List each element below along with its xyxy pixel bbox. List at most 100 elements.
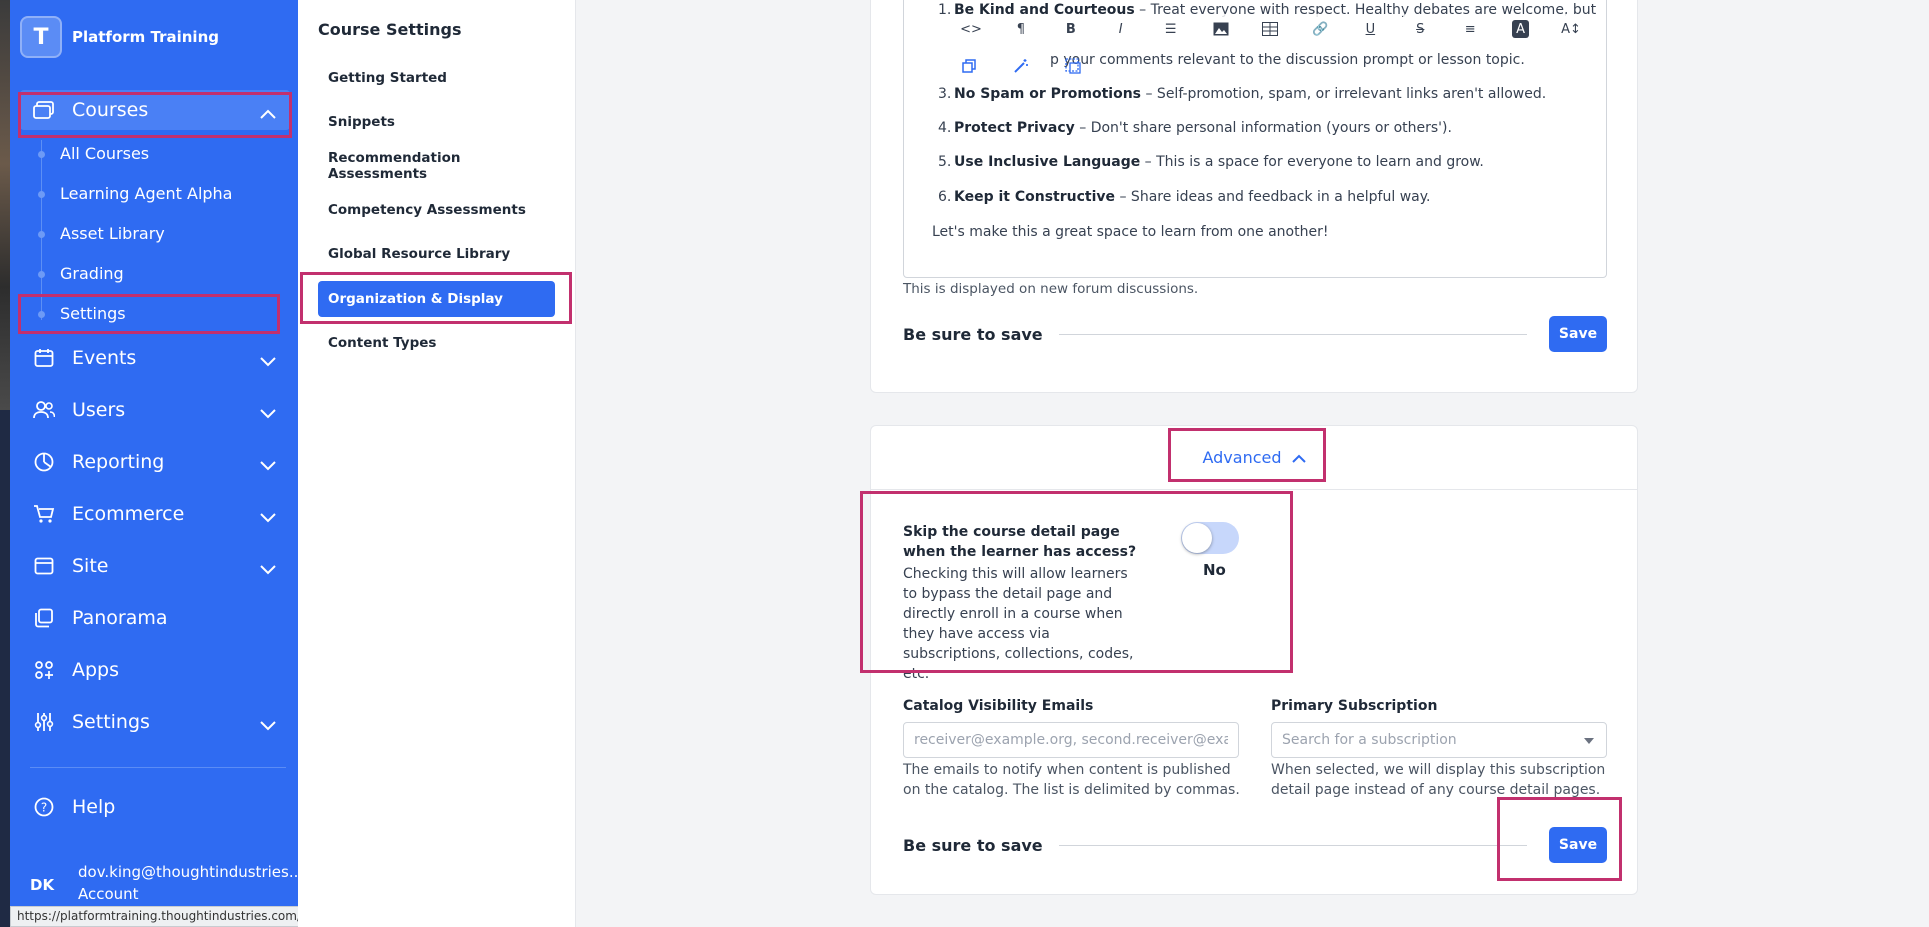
rule-item: 4. Protect Privacy – Don't share personal… (938, 120, 1452, 136)
table-icon[interactable] (1253, 14, 1288, 44)
catalog-emails-label: Catalog Visibility Emails (903, 698, 1094, 714)
nav-events-label: Events (72, 347, 137, 369)
submenu-dot (38, 151, 45, 158)
advanced-header: Advanced (871, 426, 1637, 490)
nav-site[interactable]: Site (20, 546, 290, 586)
advanced-save-row: Be sure to save Save (903, 827, 1607, 863)
forum-guidelines-card: 1. Be Kind and Courteous – Treat everyone… (870, 0, 1638, 393)
settings-link-organization-display[interactable]: Organization & Display (318, 281, 555, 317)
help-icon: ? (32, 795, 56, 819)
sidebar-item-asset-library[interactable]: Asset Library (60, 224, 165, 243)
sidebar-item-learning-agent-alpha[interactable]: Learning Agent Alpha (60, 184, 232, 203)
underline-icon[interactable]: U (1353, 14, 1388, 44)
nav-help[interactable]: ? Help (20, 787, 290, 827)
rule-item: p your comments relevant to the discussi… (1050, 52, 1525, 68)
nav-site-label: Site (72, 555, 109, 577)
advanced-toggle[interactable]: Advanced (1202, 448, 1306, 467)
svg-text:?: ? (41, 801, 47, 815)
sidebar-item-grading[interactable]: Grading (60, 264, 124, 283)
editor-toolbar: <> ¶ B I ☰ 🔗 U S ≡ A A↕ (954, 14, 1604, 44)
rich-text-editor[interactable]: 1. Be Kind and Courteous – Treat everyone… (903, 0, 1607, 278)
settings-link-competency-assessments[interactable]: Competency Assessments (318, 192, 555, 228)
nav-apps[interactable]: Apps (20, 650, 290, 690)
sidebar-divider (30, 767, 286, 768)
nav-ecommerce[interactable]: Ecommerce (20, 494, 290, 534)
settings-link-snippets[interactable]: Snippets (318, 104, 555, 140)
background-photo (0, 0, 10, 410)
courses-icon (32, 98, 56, 122)
nav-reporting-label: Reporting (72, 451, 165, 473)
chevron-down-icon (260, 350, 276, 372)
submenu-dot (38, 191, 45, 198)
primary-subscription-help: When selected, we will display this subs… (1271, 762, 1606, 798)
submenu-line (41, 140, 42, 320)
nav-panorama[interactable]: Panorama (20, 598, 290, 638)
skip-detail-description: Checking this will allow learners to byp… (903, 566, 1134, 682)
calendar-icon (32, 346, 56, 370)
sidebar-item-all-courses[interactable]: All Courses (60, 144, 149, 163)
submenu-dot (38, 271, 45, 278)
nav-help-label: Help (72, 796, 116, 818)
brand-name: Platform Training (72, 28, 219, 46)
brand[interactable]: T Platform Training (20, 16, 219, 58)
avatar: DK (30, 876, 55, 894)
skip-detail-toggle[interactable] (1181, 522, 1239, 554)
cart-icon (32, 502, 56, 526)
course-settings-sidebar: Course Settings Getting Started Snippets… (298, 0, 576, 927)
rule-item: 6. Keep it Constructive – Share ideas and… (938, 189, 1431, 205)
main-sidebar: T Platform Training Courses All Courses … (10, 0, 303, 927)
nav-reporting[interactable]: Reporting (20, 442, 290, 482)
rule-item: 5. Use Inclusive Language – This is a spa… (938, 154, 1484, 170)
catalog-emails-help: The emails to notify when content is pub… (903, 762, 1240, 798)
chevron-up-icon (260, 102, 276, 124)
chevron-down-icon (260, 454, 276, 476)
list-icon[interactable]: ☰ (1153, 14, 1188, 44)
users-icon (32, 398, 56, 422)
settings-link-getting-started[interactable]: Getting Started (318, 60, 555, 96)
skip-detail-title: Skip the course detail page when the lea… (903, 524, 1137, 560)
primary-subscription-placeholder: Search for a subscription (1282, 732, 1457, 748)
catalog-emails-input[interactable] (903, 722, 1239, 758)
paragraph-icon[interactable]: ¶ (1003, 14, 1038, 44)
save-button[interactable]: Save (1549, 316, 1607, 352)
strikethrough-icon[interactable]: S (1403, 14, 1438, 44)
save-divider (1058, 844, 1527, 846)
advanced-toggle-label: Advanced (1202, 448, 1282, 467)
magic-wand-icon[interactable] (1006, 52, 1036, 80)
advanced-save-button[interactable]: Save (1549, 827, 1607, 863)
save-row: Be sure to save Save (903, 316, 1607, 352)
sidebar-item-settings[interactable]: Settings (60, 304, 126, 323)
settings-link-content-types[interactable]: Content Types (318, 325, 555, 361)
image-icon[interactable] (1203, 14, 1238, 44)
background-edge (0, 0, 10, 927)
nav-panorama-label: Panorama (72, 607, 168, 629)
nav-events[interactable]: Events (20, 338, 290, 378)
text-color-icon[interactable]: A (1512, 20, 1530, 38)
course-settings-heading: Course Settings (318, 20, 462, 39)
bold-icon[interactable]: B (1053, 14, 1088, 44)
nav-users[interactable]: Users (20, 390, 290, 430)
skip-detail-toggle-value: No (1203, 561, 1226, 579)
align-icon[interactable]: ≡ (1453, 14, 1488, 44)
primary-subscription-select[interactable]: Search for a subscription (1271, 722, 1607, 758)
nav-ecommerce-label: Ecommerce (72, 503, 185, 525)
rule-item: 3. No Spam or Promotions – Self-promotion… (938, 86, 1547, 102)
editor-help-text: This is displayed on new forum discussio… (903, 281, 1199, 297)
code-icon[interactable]: <> (954, 14, 988, 44)
select-image-icon[interactable] (1058, 52, 1088, 80)
editor-toolbar-secondary (954, 52, 1110, 80)
apps-icon (32, 658, 56, 682)
account-menu[interactable]: DK dov.king@thoughtindustries... Account (20, 860, 303, 908)
caret-down-icon (1584, 738, 1594, 744)
submenu-dot (38, 311, 45, 318)
nav-courses[interactable]: Courses (20, 90, 290, 130)
save-divider (1058, 333, 1527, 335)
italic-icon[interactable]: I (1103, 14, 1138, 44)
settings-link-recommendation-assessments[interactable]: Recommendation Assessments (318, 148, 555, 184)
nav-settings[interactable]: Settings (20, 702, 290, 742)
link-icon[interactable]: 🔗 (1303, 14, 1338, 44)
font-size-icon[interactable]: A↕ (1554, 14, 1589, 44)
copy-icon[interactable] (954, 52, 984, 80)
sliders-icon (32, 710, 56, 734)
settings-link-global-resource-library[interactable]: Global Resource Library (318, 236, 555, 272)
